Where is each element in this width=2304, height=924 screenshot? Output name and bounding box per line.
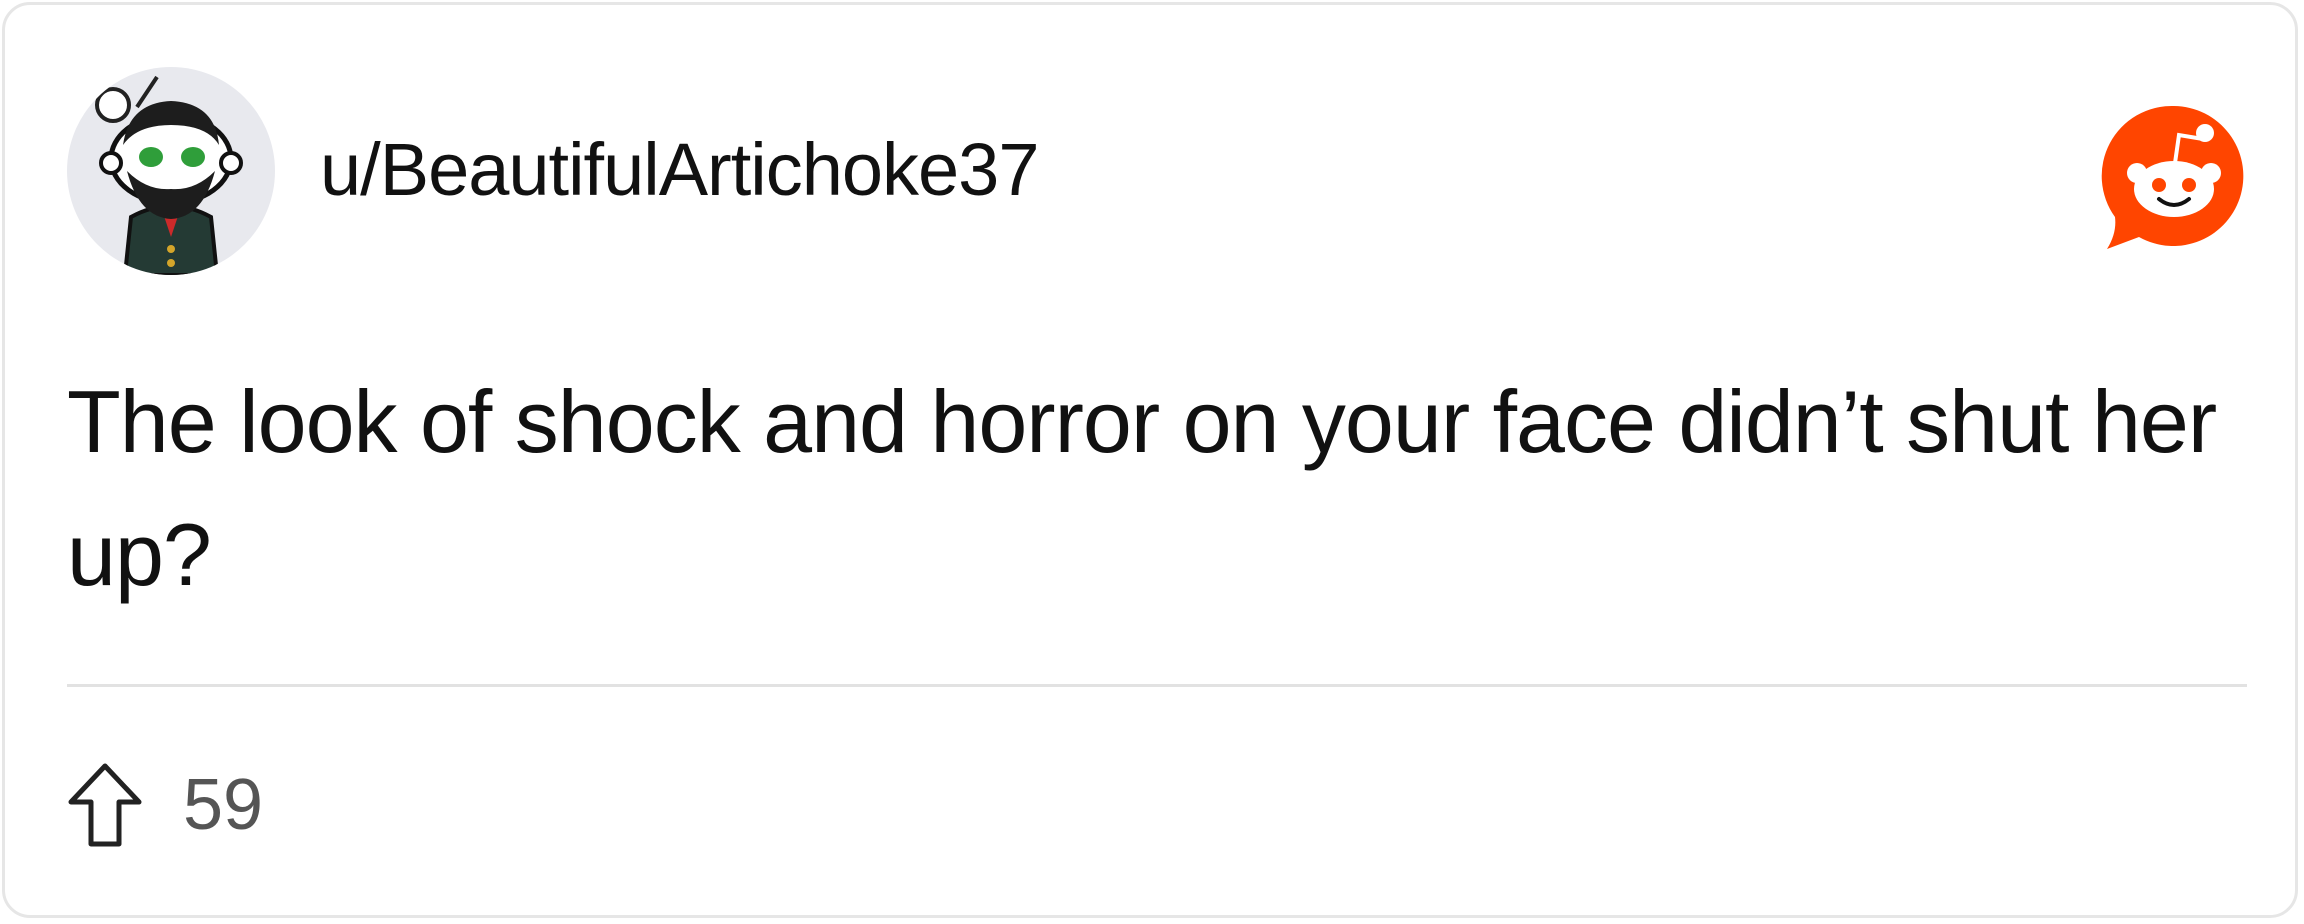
comment-card: u/BeautifulArtichoke37 The look of shock… bbox=[2, 2, 2298, 918]
comment-text: The look of shock and horror on your fac… bbox=[67, 372, 2217, 604]
username[interactable]: u/BeautifulArtichoke37 bbox=[320, 125, 1039, 215]
divider bbox=[67, 684, 2247, 687]
reddit-logo-icon bbox=[2101, 105, 2244, 250]
upvote-arrow-icon[interactable] bbox=[67, 762, 143, 848]
snoo-avatar-icon bbox=[95, 75, 243, 275]
vote-row: 59 bbox=[67, 760, 263, 850]
upvote-count: 59 bbox=[183, 765, 264, 845]
user-avatar[interactable] bbox=[67, 67, 275, 275]
